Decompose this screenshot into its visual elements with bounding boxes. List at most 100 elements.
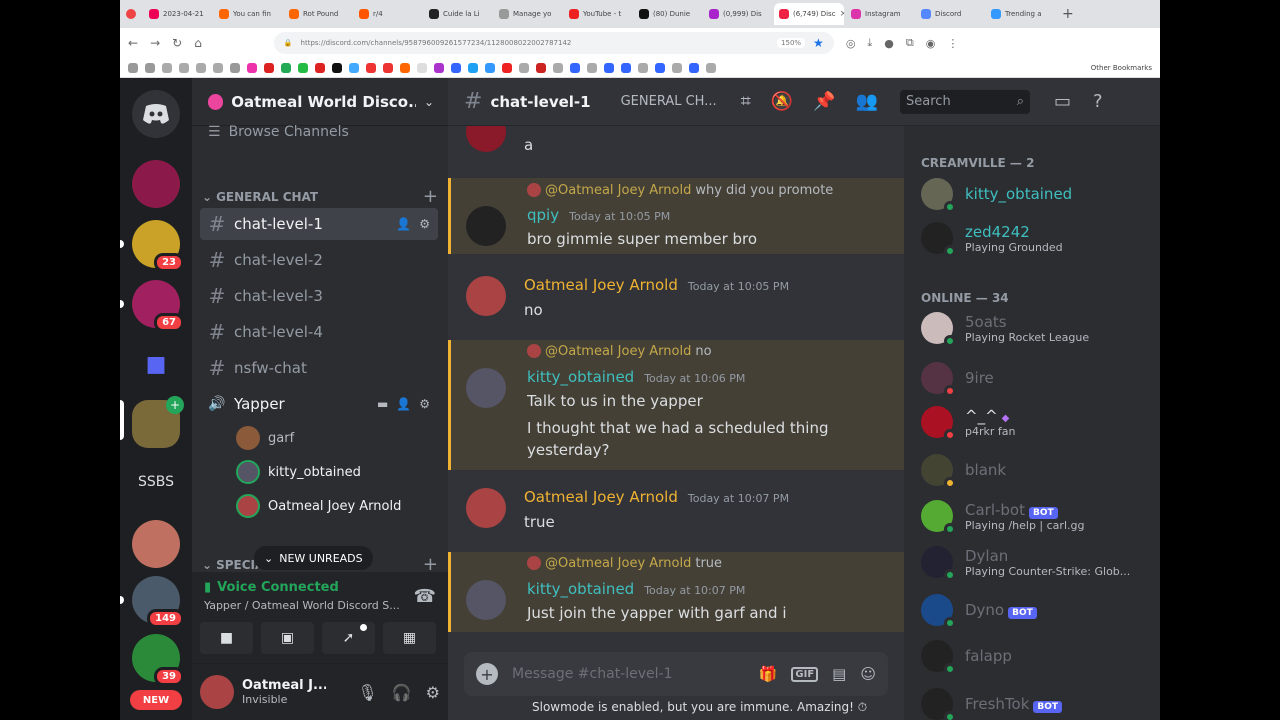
voice-user[interactable]: garf [236, 426, 294, 450]
user-avatar[interactable] [200, 675, 234, 709]
bookmark-icon[interactable] [383, 62, 393, 73]
bookmark-icon[interactable] [553, 62, 563, 73]
browser-tab[interactable]: 2023-04-21 [144, 3, 212, 25]
invite-icon[interactable]: 👤 [396, 217, 411, 231]
server-folder-icon[interactable]: 39 [132, 634, 184, 686]
category-general-chat[interactable]: ⌄ GENERAL CHAT + [202, 186, 438, 207]
message-author[interactable]: qpiy [527, 206, 559, 224]
reply-preview[interactable]: @Oatmeal Joey Arnold no [527, 344, 712, 359]
bookmark-icon[interactable] [655, 62, 665, 73]
bookmark-icon[interactable] [400, 62, 410, 73]
browser-tab[interactable]: Discord [916, 3, 984, 25]
bookmark-icon[interactable] [638, 62, 648, 73]
help-icon[interactable]: ? [1093, 91, 1103, 112]
pin-icon[interactable]: 📌 [813, 91, 835, 112]
upload-plus-icon[interactable]: + [476, 663, 498, 685]
server-icon[interactable] [132, 520, 180, 568]
pinned-tab-icon[interactable] [126, 9, 136, 19]
server-folder-icon[interactable]: 149 [132, 576, 184, 628]
message-author[interactable]: kitty_obtained [527, 368, 634, 386]
member-item[interactable]: zed4242 Playing Grounded [921, 222, 1151, 257]
extension-icon[interactable]: ◎ [846, 37, 856, 50]
message-author[interactable]: kitty_obtained [527, 580, 634, 598]
bookmark-icon[interactable] [264, 62, 274, 73]
message-input[interactable] [512, 666, 745, 682]
member-item[interactable]: FreshTok BOT [921, 688, 1151, 720]
url-text[interactable]: https://discord.com/channels/95879600926… [301, 39, 572, 47]
zoom-level[interactable]: 150% [777, 38, 806, 48]
gift-icon[interactable]: 🎁 [759, 665, 778, 683]
folder-icon[interactable]: ■ [132, 340, 180, 388]
bookmark-icon[interactable] [230, 62, 240, 73]
bookmark-icon[interactable] [519, 62, 529, 73]
bookmark-icon[interactable] [332, 62, 342, 73]
reply-preview[interactable]: @Oatmeal Joey Arnold why did you promote [527, 183, 833, 198]
threads-icon[interactable]: ⌗ [741, 91, 751, 112]
avatar[interactable] [466, 206, 506, 246]
server-header[interactable]: Oatmeal World Disco... ⌄ [192, 78, 448, 126]
gif-button[interactable]: GIF [791, 666, 819, 682]
avatar[interactable] [466, 580, 506, 620]
screen-share-button[interactable]: ▣ [261, 622, 314, 654]
mute-bell-icon[interactable]: 🔕 [771, 91, 793, 112]
server-icon[interactable] [132, 160, 180, 208]
invite-icon[interactable]: 👤 [396, 397, 411, 411]
new-tab-icon[interactable]: + [1056, 6, 1080, 22]
voice-channel-yapper[interactable]: 🔊 Yapper ▬ 👤 ⚙ [200, 388, 438, 420]
browser-tab[interactable]: Cuide la Li [424, 3, 492, 25]
bookmark-icon[interactable] [621, 62, 631, 73]
add-channel-icon[interactable]: + [423, 186, 438, 207]
message-author[interactable]: Oatmeal Joey Arnold [524, 488, 678, 506]
bookmark-icon[interactable] [689, 62, 699, 73]
server-folder-icon[interactable]: 67 [132, 280, 184, 332]
voice-status[interactable]: ▮ Voice Connected [204, 580, 339, 595]
server-icon-oatmeal-world[interactable]: + [132, 396, 184, 448]
channel-chat-level-3[interactable]: # chat-level-3 [200, 280, 438, 312]
member-item[interactable]: kitty_obtained [921, 178, 1151, 213]
camera-button[interactable]: ■ [200, 622, 253, 654]
browser-tab[interactable]: (0,999) Dis [704, 3, 772, 25]
browser-tab[interactable]: You can fin [214, 3, 282, 25]
avatar[interactable] [466, 276, 506, 316]
chevron-down-icon[interactable]: ⌄ [424, 95, 434, 109]
microphone-icon[interactable]: 🎙 [357, 683, 377, 702]
message-author[interactable]: Oatmeal Joey Arnold [524, 276, 678, 294]
gear-icon[interactable]: ⚙ [419, 397, 430, 411]
member-item[interactable]: 5oats Playing Rocket League [921, 312, 1151, 347]
bookmark-star-icon[interactable]: ★ [813, 36, 824, 50]
extension-icon[interactable]: ● [884, 37, 894, 50]
browser-tab[interactable]: Instagram [846, 3, 914, 25]
member-item[interactable]: Dylan Playing Counter-Strike: Glob... [921, 546, 1151, 581]
bookmark-icon[interactable] [485, 62, 495, 73]
bookmark-icon[interactable] [213, 62, 223, 73]
discord-home-icon[interactable] [132, 90, 180, 138]
bookmark-icon[interactable] [706, 62, 716, 73]
new-unreads-pill[interactable]: ⌄ NEW UNREADS [254, 546, 373, 570]
bookmark-icon[interactable] [179, 62, 189, 73]
browser-tab[interactable]: YouTube - t [564, 3, 632, 25]
bookmark-icon[interactable] [417, 62, 427, 73]
member-item[interactable]: Carl-bot BOT Playing /help | carl.gg [921, 500, 1151, 535]
bookmark-icon[interactable] [434, 62, 444, 73]
browse-channels[interactable]: ☰ Browse Channels [208, 124, 349, 140]
member-list-icon[interactable]: 👥 [856, 91, 878, 112]
gear-icon[interactable]: ⚙ [426, 683, 440, 702]
avatar[interactable] [466, 368, 506, 408]
channel-chat-level-4[interactable]: # chat-level-4 [200, 316, 438, 348]
voice-user[interactable]: Oatmeal Joey Arnold [236, 494, 401, 518]
bookmark-icon[interactable] [451, 62, 461, 73]
bookmark-icon[interactable] [349, 62, 359, 73]
avatar[interactable] [466, 488, 506, 528]
bookmark-icon[interactable] [366, 62, 376, 73]
browser-tab[interactable]: r/4 [354, 3, 422, 25]
activities-button[interactable]: ➚ [322, 622, 375, 654]
browser-tab-active[interactable]: (6,749) Disc × [774, 3, 844, 25]
menu-icon[interactable]: ⋮ [947, 37, 958, 50]
channel-chat-level-1[interactable]: # chat-level-1 👤 ⚙ [200, 208, 438, 240]
new-unreads-badge[interactable]: NEW [130, 690, 182, 710]
reload-icon[interactable]: ↻ [172, 36, 182, 50]
home-icon[interactable]: ⌂ [194, 36, 202, 50]
member-item[interactable]: blank [921, 454, 1151, 489]
disconnect-icon[interactable]: ☎ [414, 586, 436, 607]
puzzle-icon[interactable]: ⧉ [906, 36, 914, 50]
